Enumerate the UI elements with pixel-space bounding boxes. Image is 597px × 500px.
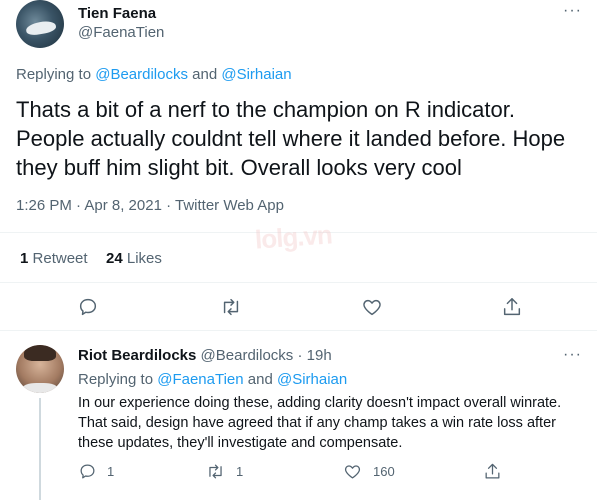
reply-icon[interactable] bbox=[77, 296, 99, 318]
retweets-stat[interactable]: 1 Retweet bbox=[20, 250, 88, 267]
share-icon[interactable] bbox=[501, 295, 523, 319]
mention-link[interactable]: @FaenaTien bbox=[157, 371, 243, 388]
reply-count: 1 bbox=[107, 464, 115, 479]
like-icon[interactable] bbox=[342, 462, 363, 481]
like-icon[interactable] bbox=[360, 296, 384, 318]
mention-link[interactable]: @Sirhaian bbox=[221, 66, 291, 83]
tweet-timestamp[interactable]: 1:26 PM · Apr 8, 2021 · Twitter Web App bbox=[16, 197, 284, 214]
divider bbox=[0, 330, 597, 331]
author-name[interactable]: Tien Faena bbox=[78, 5, 156, 22]
reply-action[interactable]: 1 bbox=[78, 462, 114, 481]
more-icon[interactable]: ··· bbox=[563, 346, 582, 364]
author-handle[interactable]: @FaenaTien bbox=[78, 24, 164, 41]
reply-time[interactable]: · 19h bbox=[297, 347, 331, 364]
retweet-action[interactable]: 1 bbox=[205, 462, 243, 481]
author-name[interactable]: Riot Beardilocks bbox=[78, 347, 196, 364]
more-icon[interactable]: ··· bbox=[563, 2, 582, 20]
divider bbox=[0, 282, 597, 283]
avatar[interactable] bbox=[16, 0, 64, 48]
like-count: 160 bbox=[373, 464, 395, 479]
watermark: lolg.vn bbox=[254, 219, 333, 255]
mention-link[interactable]: @Beardilocks bbox=[95, 66, 188, 83]
likes-stat[interactable]: 24 Likes bbox=[106, 250, 162, 267]
like-action[interactable]: 160 bbox=[342, 462, 395, 481]
retweet-icon[interactable] bbox=[219, 296, 243, 318]
retweet-count: 1 bbox=[236, 464, 244, 479]
reply-text: In our experience doing these, adding cl… bbox=[78, 395, 562, 451]
author-handle[interactable]: @Beardilocks bbox=[201, 347, 294, 364]
tweet-text: Thats a bit of a nerf to the champion on… bbox=[16, 97, 566, 180]
replying-to: Replying to @FaenaTien and @Sirhaian bbox=[78, 371, 348, 388]
mention-link[interactable]: @Sirhaian bbox=[277, 371, 347, 388]
retweet-icon[interactable] bbox=[205, 462, 226, 481]
replying-to: Replying to @Beardilocks and @Sirhaian bbox=[16, 66, 292, 83]
reply-header: Riot Beardilocks @Beardilocks · 19h bbox=[78, 347, 332, 364]
avatar[interactable] bbox=[16, 345, 64, 393]
reply-icon[interactable] bbox=[78, 462, 97, 481]
thread-line bbox=[39, 398, 41, 500]
share-icon[interactable] bbox=[483, 461, 502, 482]
